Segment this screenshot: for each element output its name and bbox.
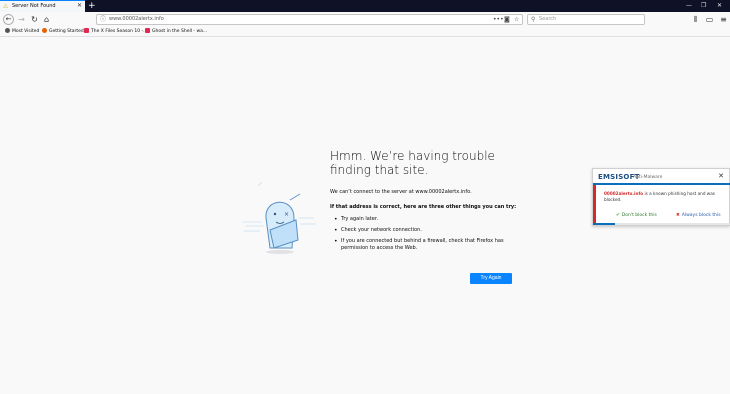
warning-icon: ⚠ bbox=[3, 3, 9, 10]
menu-icon[interactable]: ≡ bbox=[718, 14, 729, 25]
search-placeholder: Search bbox=[539, 16, 557, 22]
close-icon[interactable]: ✕ bbox=[718, 172, 724, 180]
emsisoft-notification: EMSISOFT Anti-Malware ✕ 00002alertx.info… bbox=[592, 168, 730, 226]
error-headline: Hmm. We’re having trouble finding that s… bbox=[330, 149, 495, 177]
site-icon bbox=[145, 28, 150, 33]
tab-title: Server Not Found bbox=[12, 3, 56, 9]
product-name: Anti-Malware bbox=[633, 175, 663, 180]
title-bar: ⚠ Server Not Found ✕ + — ❐ ✕ bbox=[0, 0, 730, 12]
home-button[interactable]: ⌂ bbox=[41, 14, 52, 25]
url-bar[interactable]: ⓘ www.00002alertx.info ••• ◙ ☆ bbox=[96, 14, 523, 25]
gear-icon bbox=[5, 28, 10, 33]
bookmark-most-visited[interactable]: Most Visited bbox=[5, 28, 39, 36]
dont-block-button[interactable]: ✔ Don't block this bbox=[616, 213, 657, 218]
back-button[interactable]: ← bbox=[3, 14, 14, 25]
library-icon[interactable]: ⫴ bbox=[690, 14, 701, 25]
search-icon: ⚲ bbox=[531, 16, 536, 23]
alert-stripe bbox=[593, 185, 596, 225]
page-actions-icon[interactable]: ••• bbox=[493, 15, 504, 24]
site-icon bbox=[84, 28, 89, 33]
url-text[interactable]: www.00002alertx.info bbox=[109, 15, 164, 24]
bookmark-star-icon[interactable]: ☆ bbox=[514, 15, 519, 24]
window-close-button[interactable]: ✕ bbox=[717, 0, 722, 12]
bookmark-ghost-in-the-shell[interactable]: Ghost in the Shell - wa... bbox=[145, 28, 207, 36]
forward-button[interactable]: → bbox=[16, 14, 27, 25]
bookmark-x-files[interactable]: The X Files Season 10 -... bbox=[84, 28, 147, 36]
new-tab-button[interactable]: + bbox=[88, 0, 96, 12]
bookmarks-toolbar: Most Visited Getting Started The X Files… bbox=[0, 27, 730, 37]
try-again-button[interactable]: Try Again bbox=[470, 273, 512, 284]
tab-server-not-found[interactable]: ⚠ Server Not Found ✕ bbox=[0, 0, 85, 12]
always-block-button[interactable]: ✖ Always block this bbox=[676, 213, 721, 218]
pocket-icon[interactable]: ◙ bbox=[504, 15, 510, 24]
error-subheading: If that address is correct, here are thr… bbox=[330, 204, 517, 210]
bookmark-getting-started[interactable]: Getting Started bbox=[42, 28, 84, 36]
header-divider bbox=[593, 183, 730, 185]
timeout-progress-fill bbox=[593, 223, 616, 225]
minimize-button[interactable]: — bbox=[686, 0, 692, 12]
sidebar-icon[interactable]: ▭ bbox=[704, 14, 715, 25]
reload-button[interactable]: ↻ bbox=[29, 14, 40, 25]
navigation-toolbar: ← → ↻ ⌂ ⓘ www.00002alertx.info ••• ◙ ☆ ⚲… bbox=[0, 12, 730, 27]
list-item: If you are connected but behind a firewa… bbox=[334, 238, 514, 252]
firefox-icon bbox=[42, 28, 47, 33]
list-item: Check your network connection. bbox=[334, 227, 514, 234]
restore-button[interactable]: ❐ bbox=[701, 0, 706, 12]
cross-icon: ✖ bbox=[676, 213, 680, 218]
tab-close-icon[interactable]: ✕ bbox=[77, 2, 82, 9]
search-bar[interactable]: ⚲ Search bbox=[527, 14, 645, 25]
block-message: 00002alertx.info is a known phishing hos… bbox=[604, 191, 715, 202]
checkmark-icon: ✔ bbox=[616, 213, 620, 218]
list-item: Try again later. bbox=[334, 216, 514, 223]
svg-text:×: × bbox=[284, 211, 289, 218]
error-illustration: × bbox=[242, 181, 316, 254]
timeout-progress bbox=[593, 223, 730, 225]
suggestion-list: Try again later. Check your network conn… bbox=[334, 216, 514, 256]
error-description: We can’t connect to the server at www.00… bbox=[330, 189, 472, 195]
site-info-icon[interactable]: ⓘ bbox=[100, 15, 106, 24]
